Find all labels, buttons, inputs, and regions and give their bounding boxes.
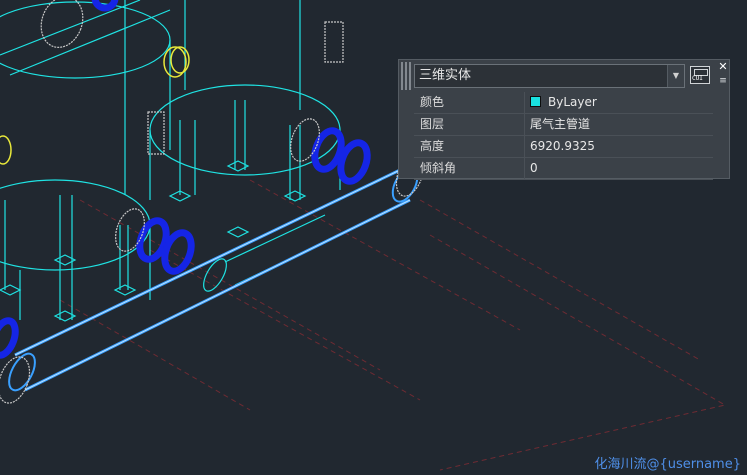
column-divider [524,136,525,157]
close-icon[interactable]: ✕ [717,61,729,73]
property-label: 图层 [420,117,445,131]
property-value[interactable]: ByLayer [530,92,597,113]
selected-exhaust-pipe[interactable] [4,164,422,394]
property-row-tilt-angle[interactable]: 倾斜角 0 [414,158,713,180]
property-row-height[interactable]: 高度 6920.9325 [414,136,713,158]
property-label: 倾斜角 [420,161,457,175]
cui-label: CUI [692,75,703,82]
property-value[interactable]: 尾气主管道 [530,114,590,135]
column-divider [524,158,525,179]
property-row-layer[interactable]: 图层 尾气主管道 [414,114,713,136]
property-value[interactable]: 6920.9325 [530,136,595,157]
color-swatch-icon [530,96,541,107]
properties-list: 颜色 ByLayer 图层 尾气主管道 高度 6920.9325 倾斜角 0 [414,92,713,180]
property-label: 颜色 [420,95,445,109]
column-divider [524,114,525,135]
object-type-value: 三维实体 [419,68,472,83]
object-type-select[interactable]: 三维实体 ▼ [414,64,685,88]
palette-grip-handle[interactable] [401,62,411,90]
options-menu-icon[interactable]: ≡ [717,75,729,87]
customize-ui-button[interactable]: CUI [690,66,710,84]
property-row-color[interactable]: 颜色 ByLayer [414,92,713,114]
watermark-text: 化海川流@{username} [594,457,741,472]
property-value[interactable]: 0 [530,158,538,179]
color-value-text: ByLayer [548,95,597,109]
chevron-down-icon[interactable]: ▼ [667,65,684,87]
property-label: 高度 [420,139,445,153]
quick-properties-palette: 三维实体 ▼ CUI ✕ ≡ 颜色 ByLayer 图层 尾气主管道 高度 69… [398,59,730,180]
blue-flanges [0,0,371,359]
gray-bolted-flanges [0,0,425,404]
column-divider [524,92,525,113]
yellow-flanges [0,46,190,165]
